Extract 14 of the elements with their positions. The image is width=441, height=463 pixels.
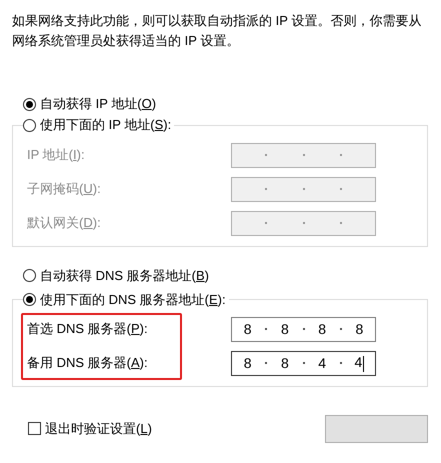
field-label: 默认网关(D): [27,214,102,232]
checkbox-label[interactable]: 退出时验证设置(L) [45,420,152,438]
field-label: 首选 DNS 服务器(P): [27,320,149,338]
ip-address-field[interactable]: 8 8 8 8 [231,316,376,342]
radio-button[interactable] [23,269,36,282]
radio-button[interactable] [23,293,36,306]
radio-label[interactable]: 自动获得 DNS 服务器地址(B) [40,266,210,284]
ip-address-field[interactable]: 8 8 4 4 [231,350,376,376]
field-label: 备用 DNS 服务器(A): [27,354,149,372]
field-label: IP 地址(I): [27,146,86,164]
checkbox[interactable] [28,422,41,435]
radio-label[interactable]: 使用下面的 DNS 服务器地址(E): [40,290,226,308]
description-text: 如果网络支持此功能，则可以获取自动指派的 IP 设置。否则，你需要从网络系统管理员处获得适当的 IP 设置。 [11,12,422,50]
field-label: 子网掩码(U): [27,180,102,198]
